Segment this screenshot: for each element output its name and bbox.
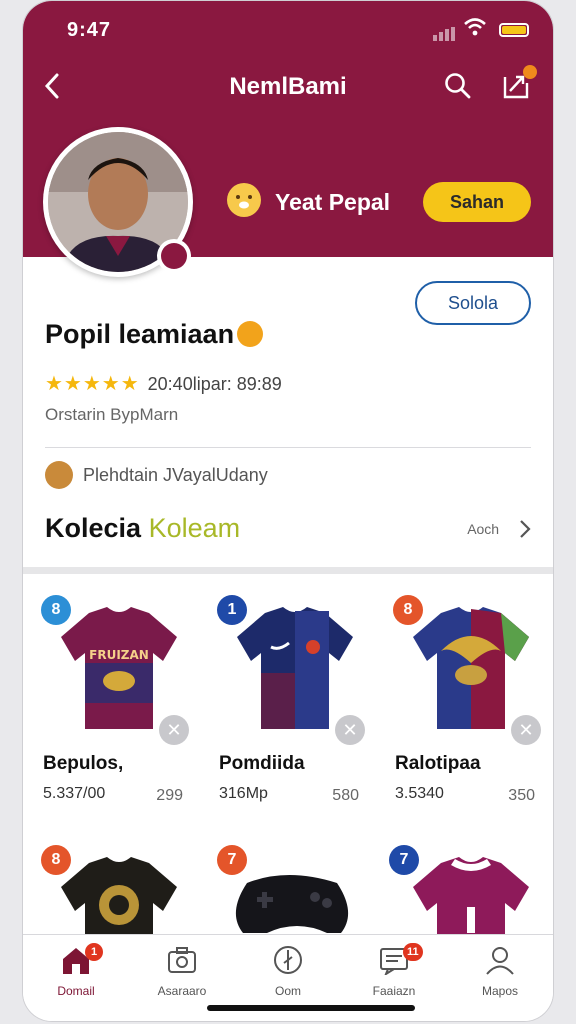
collection-title: Kolecia [45,513,142,543]
page-title: NemlBami [229,73,347,100]
collection-item-card[interactable]: 8 ✕ Ralotipaa 3.5340 350 [375,573,545,813]
star-rating-icon: ★★★★★ [45,373,140,395]
sun-icon [237,321,263,347]
divider [45,447,531,448]
tab-profile[interactable]: Mapos [447,941,553,998]
collection-more-label: Aoch [467,521,500,538]
wifi-icon [463,17,487,42]
collection-item-card[interactable]: 8 FRUIZAN ✕ Bepulos, 5.337/00 299 [23,573,193,813]
jersey-image [413,607,529,729]
tab-label: Mapos [481,984,519,998]
tab-label: Oom [274,984,301,998]
primary-action-button[interactable]: Sahan [423,182,531,222]
collection-item-card[interactable]: 7 [375,823,545,939]
person-icon [447,945,553,980]
compass-icon [235,945,341,980]
lion-icon [45,461,73,489]
share-icon[interactable] [501,65,537,106]
game-controller-image [235,875,349,933]
remove-icon[interactable]: ✕ [159,715,189,745]
tab-home[interactable]: 1 Domail [23,941,129,998]
avatar[interactable] [43,127,193,277]
jersey-image [237,607,353,729]
item-title: Bepulos, [43,753,124,774]
camera-icon [129,945,235,980]
item-price: 3.5340 [395,785,444,802]
collection-title-accent: Koleam [148,513,241,543]
item-count: 299 [156,787,183,804]
item-price: 5.337/00 [43,785,106,802]
remove-icon[interactable]: ✕ [335,715,365,745]
jersey-image [413,857,529,939]
item-count: 350 [508,787,535,804]
message-icon [341,945,447,980]
notification-dot [523,65,537,79]
svg-text:FRUIZAN: FRUIZAN [89,648,149,662]
home-indicator [207,1005,415,1011]
collection-item-card[interactable]: 1 ✕ Pomdiida 316Mp 580 [199,573,369,813]
status-bar: 9:47 [23,15,553,45]
home-icon [23,945,129,980]
search-icon[interactable] [443,71,473,106]
username: Yeat Pepal [275,189,391,215]
collection-heading: Kolecia Koleam [45,513,240,544]
jersey-image: FRUIZAN [61,607,177,729]
collection-more-link[interactable]: Aoch [467,519,531,542]
item-title: Pomdiida [219,753,305,774]
avatar-badge-icon [157,239,191,273]
follow-text: Plehdtain JVayalUdany [83,465,268,485]
tab-label: Faaiazn [372,984,416,998]
item-price: 316Mp [219,785,268,802]
rating-text: 20:40lipar: 89:89 [147,374,282,394]
item-count: 580 [332,787,359,804]
signal-icon [433,23,457,41]
collection-item-card[interactable]: 7 [199,823,369,933]
secondary-action-button[interactable]: Solola [415,281,531,325]
tab-label: Domail [57,984,95,998]
tab-label: Asaraaro [157,984,207,998]
profile-title: Popil leamiaan [45,319,235,349]
remove-icon[interactable]: ✕ [511,715,541,745]
tab-messages[interactable]: 11 Faaiazn [341,941,447,998]
tab-camera[interactable]: Asaraaro [129,941,235,998]
tab-badge: 1 [85,943,103,961]
phone-screen: 9:47 NemlBami Yeat Pepal Sahan Solola Po… [22,0,554,1022]
battery-icon [499,23,529,37]
tab-explore[interactable]: Oom [235,941,341,998]
bottom-tab-bar: 1 Domail Asaraaro Oom 11 Faaiazn Mapos [23,934,553,1021]
rating-row: ★★★★★ 20:40lipar: 89:89 [45,371,282,396]
status-time: 9:47 [67,19,112,41]
chevron-right-icon [519,519,531,542]
owner-text: Orstarin BypMarn [45,405,179,424]
jersey-image [61,857,177,939]
collection-item-card[interactable]: 8 [23,823,193,939]
dog-emoji-icon [227,183,261,217]
tab-badge: 11 [403,943,423,961]
item-title: Ralotipaa [395,753,481,774]
top-app-bar: NemlBami [23,61,553,111]
